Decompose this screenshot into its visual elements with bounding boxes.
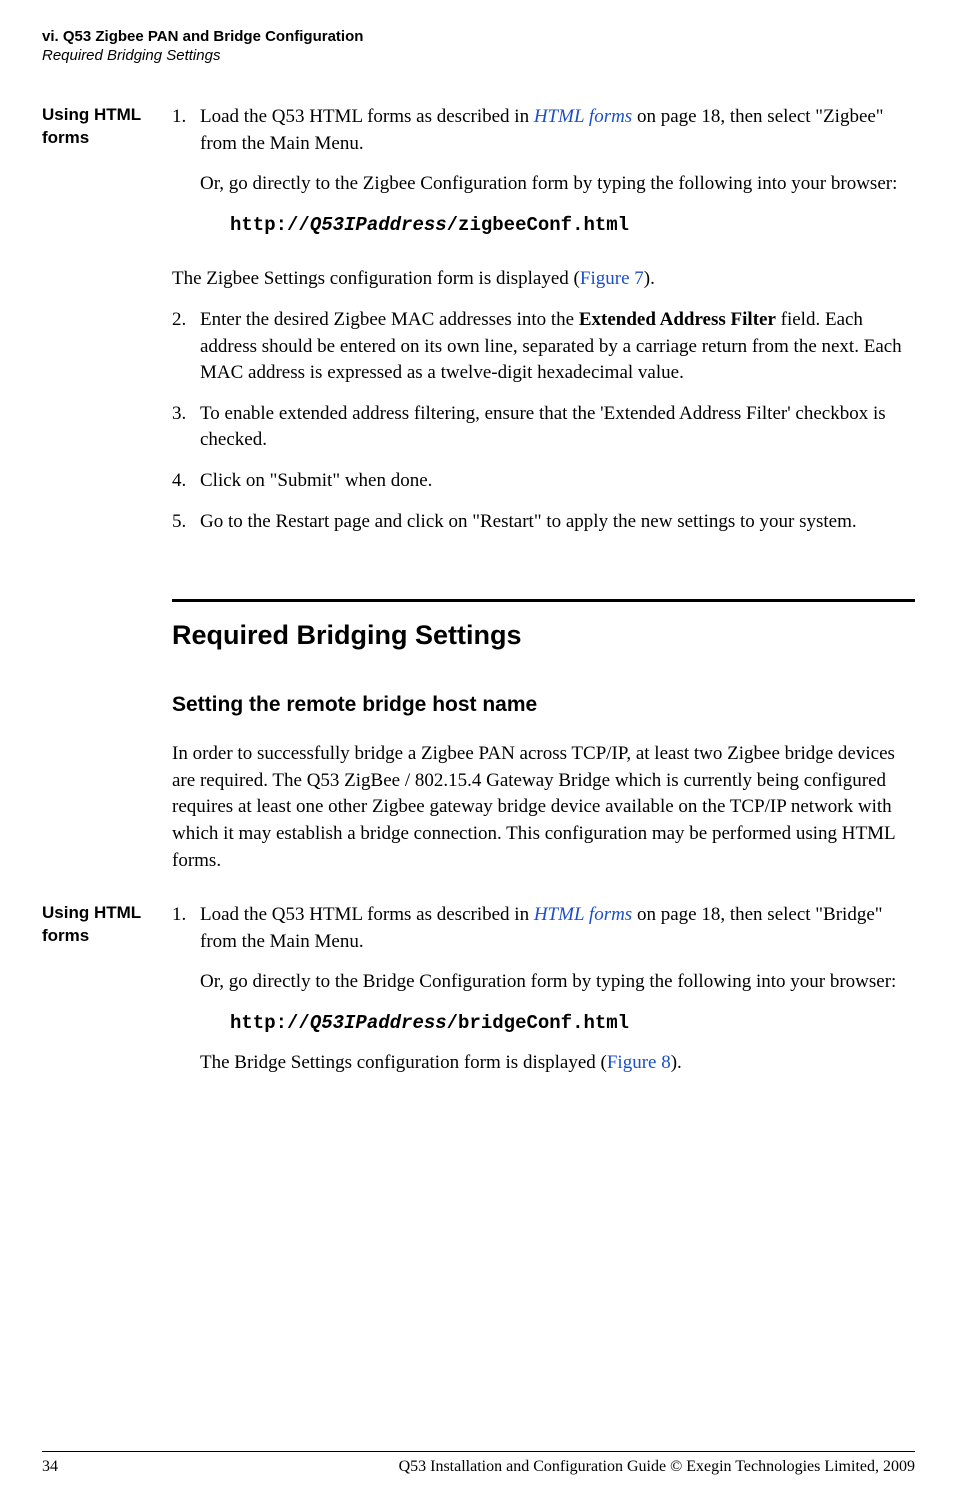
code-text: http:// (230, 214, 310, 236)
section-html-forms-2: Using HTML forms 1. Load the Q53 HTML fo… (42, 902, 915, 1105)
heading-remote-bridge: Setting the remote bridge host name (172, 693, 915, 717)
text: Load the Q53 HTML forms as described in (200, 106, 534, 127)
code-text: http:// (230, 1012, 310, 1034)
code-placeholder: Q53IPaddress (310, 214, 447, 236)
running-header-subtitle: Required Bridging Settings (42, 47, 915, 64)
code-url: http://Q53IPaddress/bridgeConf.html (230, 1010, 915, 1037)
list-item: 1. Load the Q53 HTML forms as described … (172, 104, 915, 252)
list-item: 2. Enter the desired Zigbee MAC addresse… (172, 307, 915, 387)
code-text: /zigbeeConf.html (447, 214, 629, 236)
paragraph: The Bridge Settings configuration form i… (200, 1050, 915, 1077)
heading-required-bridging: Required Bridging Settings (172, 620, 915, 651)
list-content: Load the Q53 HTML forms as described in … (200, 104, 915, 252)
list-item: 5. Go to the Restart page and click on "… (172, 509, 915, 536)
side-label: Using HTML forms (42, 902, 172, 1105)
main-content: 1. Load the Q53 HTML forms as described … (172, 104, 915, 549)
footer-text: Q53 Installation and Configuration Guide… (399, 1458, 915, 1476)
sub-paragraph: Or, go directly to the Bridge Configurat… (200, 969, 915, 996)
bold-label: Extended Address Filter (579, 309, 776, 330)
list-content: Go to the Restart page and click on "Res… (200, 509, 915, 536)
ordered-list: 1. Load the Q53 HTML forms as described … (172, 104, 915, 252)
code-text: /bridgeConf.html (447, 1012, 629, 1034)
text: Load the Q53 HTML forms as described in (200, 904, 534, 925)
code-url: http://Q53IPaddress/zigbeeConf.html (230, 212, 915, 239)
section-html-forms-1: Using HTML forms 1. Load the Q53 HTML fo… (42, 104, 915, 549)
list-item: 4. Click on "Submit" when done. (172, 468, 915, 495)
list-content: To enable extended address filtering, en… (200, 401, 915, 454)
ordered-list: 2. Enter the desired Zigbee MAC addresse… (172, 307, 915, 535)
link-html-forms[interactable]: HTML forms (534, 904, 632, 925)
sub-paragraph: Or, go directly to the Zigbee Configurat… (200, 171, 915, 198)
text: The Bridge Settings configuration form i… (200, 1052, 607, 1073)
link-html-forms[interactable]: HTML forms (534, 106, 632, 127)
list-number: 3. (172, 401, 200, 454)
running-header-title: vi. Q53 Zigbee PAN and Bridge Configurat… (42, 28, 915, 45)
code-placeholder: Q53IPaddress (310, 1012, 447, 1034)
main-content: 1. Load the Q53 HTML forms as described … (172, 902, 915, 1105)
list-number: 1. (172, 104, 200, 252)
list-number: 5. (172, 509, 200, 536)
list-content: Load the Q53 HTML forms as described in … (200, 902, 915, 1091)
page-number: 34 (42, 1458, 58, 1476)
page-footer: 34 Q53 Installation and Configuration Gu… (42, 1451, 915, 1476)
list-number: 1. (172, 902, 200, 1091)
paragraph: The Zigbee Settings configuration form i… (172, 266, 915, 293)
ordered-list: 1. Load the Q53 HTML forms as described … (172, 902, 915, 1091)
text: ). (644, 268, 655, 289)
link-figure-7[interactable]: Figure 7 (580, 268, 644, 289)
list-number: 4. (172, 468, 200, 495)
text: ). (671, 1052, 682, 1073)
section-rule (172, 599, 915, 602)
list-item: 1. Load the Q53 HTML forms as described … (172, 902, 915, 1091)
list-content: Click on "Submit" when done. (200, 468, 915, 495)
text: The Zigbee Settings configuration form i… (172, 268, 580, 289)
body-paragraph: In order to successfully bridge a Zigbee… (172, 741, 915, 874)
list-item: 3. To enable extended address filtering,… (172, 401, 915, 454)
list-content: Enter the desired Zigbee MAC addresses i… (200, 307, 915, 387)
text: Enter the desired Zigbee MAC addresses i… (200, 309, 579, 330)
side-label: Using HTML forms (42, 104, 172, 549)
list-number: 2. (172, 307, 200, 387)
link-figure-8[interactable]: Figure 8 (607, 1052, 671, 1073)
